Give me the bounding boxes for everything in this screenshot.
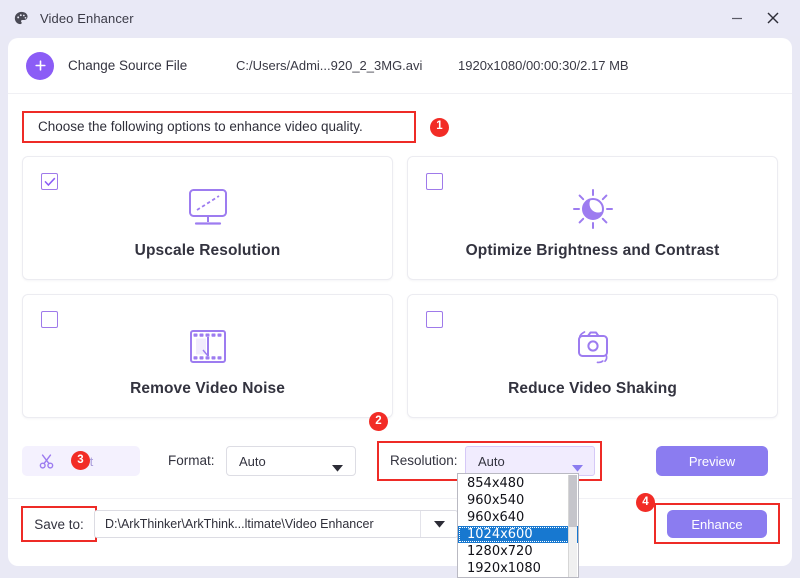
window-controls — [720, 3, 800, 33]
minimize-button[interactable] — [720, 3, 754, 33]
save-path-field[interactable]: D:\ArkThinker\ArkThink...ltimate\Video E… — [94, 510, 458, 538]
resolution-option[interactable]: 1280x720 — [458, 543, 578, 560]
option-card-upscale-resolution[interactable]: Upscale Resolution — [22, 156, 393, 280]
step-badge-3: 3 — [71, 451, 90, 470]
main-panel: Change Source File C:/Users/Admi...920_2… — [8, 38, 792, 566]
resolution-option-selected[interactable]: 1024x600 — [458, 526, 578, 543]
step-badge-2: 2 — [369, 412, 388, 431]
option-card-remove-video-noise[interactable]: Remove Video Noise — [22, 294, 393, 418]
option-label: Reduce Video Shaking — [508, 380, 677, 397]
option-label: Optimize Brightness and Contrast — [465, 242, 720, 259]
save-to-highlight-box: Save to: — [21, 506, 97, 542]
checkbox-optimize-brightness-and-contrast[interactable] — [426, 173, 443, 190]
dropdown-scrollbar[interactable] — [568, 475, 577, 577]
source-file-meta: 1920x1080/00:00:30/2.17 MB — [458, 58, 629, 73]
format-select[interactable]: Auto — [226, 446, 356, 476]
enhance-label: Enhance — [691, 516, 743, 532]
sun-brightness-icon — [567, 182, 619, 236]
enhancement-options-grid: Upscale Resolution Optimize Brightness a… — [22, 156, 778, 418]
window-title: Video Enhancer — [40, 10, 134, 26]
scissors-icon — [38, 453, 55, 470]
save-to-row: Save to: D:\ArkThinker\ArkThink...ltimat… — [8, 498, 792, 547]
source-file-row: Change Source File C:/Users/Admi...920_2… — [8, 38, 792, 94]
resolution-option[interactable]: 1920x1080 — [458, 560, 578, 577]
checkbox-upscale-resolution[interactable] — [41, 173, 58, 190]
hint-highlight-box: Choose the following options to enhance … — [22, 111, 416, 143]
palette-icon — [12, 9, 30, 27]
resolution-label: Resolution: — [390, 453, 458, 468]
resolution-option[interactable]: 960x540 — [458, 492, 578, 509]
close-button[interactable] — [756, 3, 790, 33]
step-badge-1: 1 — [430, 117, 449, 137]
camera-stabilize-icon — [567, 320, 619, 374]
chevron-down-icon — [332, 459, 343, 477]
preview-button[interactable]: Preview — [656, 446, 768, 476]
save-to-label: Save to: — [34, 516, 84, 532]
source-file-path: C:/Users/Admi...920_2_3MG.avi — [236, 58, 423, 73]
preview-label: Preview — [688, 453, 736, 469]
monitor-upscale-icon — [182, 182, 234, 236]
option-card-optimize-brightness-and-contrast[interactable]: Optimize Brightness and Contrast — [407, 156, 778, 280]
dropdown-scrollbar-thumb[interactable] — [569, 475, 577, 527]
step-badge-4: 4 — [636, 493, 655, 512]
change-source-file-label[interactable]: Change Source File — [68, 58, 187, 73]
plus-icon[interactable] — [26, 51, 54, 80]
option-card-reduce-video-shaking[interactable]: Reduce Video Shaking — [407, 294, 778, 418]
chevron-down-icon — [433, 520, 445, 528]
resolution-select[interactable]: Auto — [465, 446, 595, 476]
format-label: Format: — [168, 453, 215, 468]
checkbox-remove-video-noise[interactable] — [41, 311, 58, 328]
resolution-option[interactable]: 960x640 — [458, 509, 578, 526]
checkbox-reduce-video-shaking[interactable] — [426, 311, 443, 328]
film-strip-icon — [182, 320, 234, 374]
resolution-option[interactable]: 854x480 — [458, 475, 578, 492]
option-label: Remove Video Noise — [130, 380, 285, 397]
resolution-dropdown-list[interactable]: 854x480 960x540 960x640 1024x600 1280x72… — [457, 473, 579, 578]
enhance-button[interactable]: Enhance — [667, 510, 767, 538]
controls-row: Cut Format: Auto Resolution: Auto — [8, 438, 792, 486]
title-bar: Video Enhancer — [0, 0, 800, 36]
resolution-value: Auto — [478, 453, 505, 469]
hint-text: Choose the following options to enhance … — [38, 119, 363, 134]
option-label: Upscale Resolution — [134, 242, 281, 259]
save-path-value: D:\ArkThinker\ArkThink...ltimate\Video E… — [105, 517, 374, 531]
hint-row: Choose the following options to enhance … — [22, 111, 449, 143]
save-path-dropdown-button[interactable] — [420, 511, 457, 537]
video-enhancer-window: Video Enhancer Change Source File C:/Use… — [0, 0, 800, 578]
format-value: Auto — [239, 453, 266, 469]
